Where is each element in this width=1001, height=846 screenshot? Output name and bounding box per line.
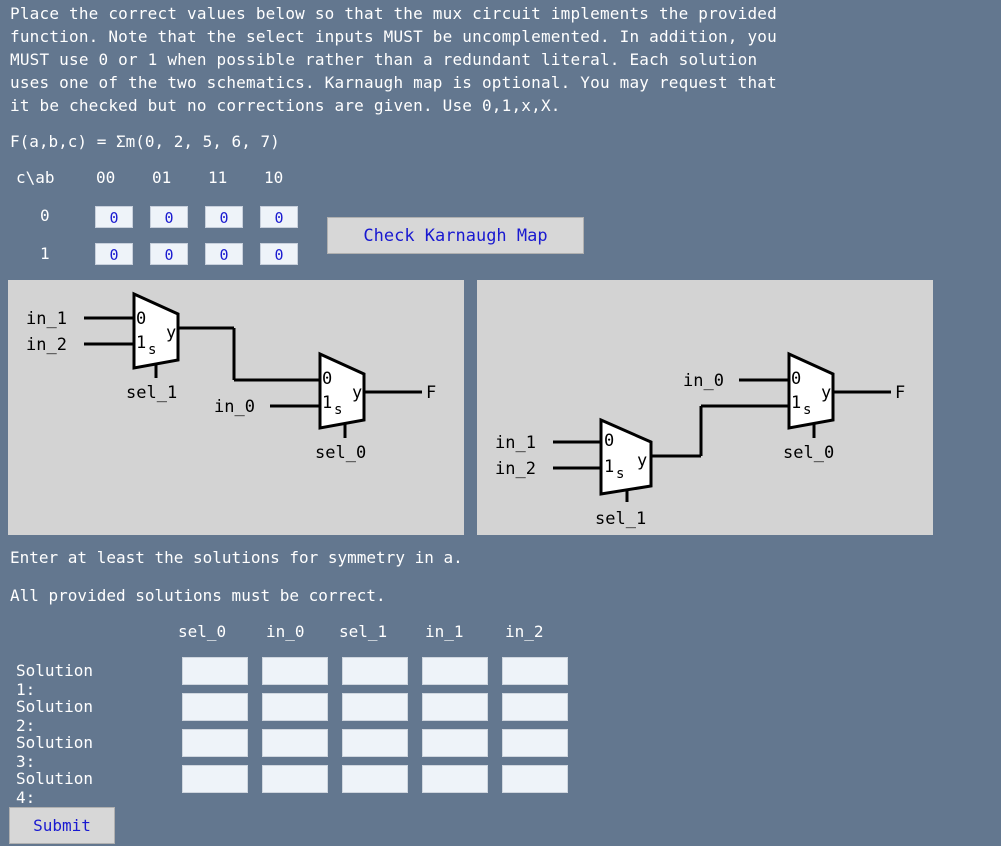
kmap-col-header: 11 [208, 168, 228, 187]
kmap-col-header: 00 [96, 168, 116, 187]
submit-button[interactable]: Submit [9, 807, 115, 844]
solution-input-sel-1[interactable] [342, 729, 408, 757]
label-in-0: in_0 [214, 397, 255, 417]
solution-input-in-2[interactable] [502, 693, 568, 721]
label-sel-1: sel_1 [126, 383, 177, 403]
mux-input-0-label: 0 [791, 369, 801, 389]
instruction-line: uses one of the two schematics. Karnaugh… [10, 73, 777, 92]
kmap-cell[interactable]: 0 [205, 243, 243, 265]
check-karnaugh-map-button[interactable]: Check Karnaugh Map [327, 217, 584, 254]
instruction-line: function. Note that the select inputs MU… [10, 27, 777, 46]
symmetry-note: Enter at least the solutions for symmetr… [10, 548, 463, 567]
mux-input-0-label: 0 [604, 431, 614, 451]
solution-input-in-0[interactable] [262, 729, 328, 757]
schematic-2: in_0 0 1 s y F sel_0 in_1 in_2 0 1 s y s… [477, 280, 933, 535]
label-sel-0: sel_0 [315, 443, 366, 463]
schematic-2-diagram: in_0 0 1 s y F sel_0 in_1 in_2 0 1 s y s… [495, 351, 905, 529]
solution-input-in-0[interactable] [262, 657, 328, 685]
solution-input-sel-0[interactable] [182, 729, 248, 757]
label-sel-0: sel_0 [783, 443, 834, 463]
solution-label: Solution 4: [16, 769, 94, 807]
label-in-0: in_0 [683, 371, 724, 391]
label-in-1: in_1 [26, 309, 67, 329]
kmap-cell[interactable]: 0 [95, 243, 133, 265]
kmap-row-header: 0 [40, 206, 50, 225]
mux-output-label: y [166, 323, 176, 343]
instruction-line: Place the correct values below so that t… [10, 4, 777, 23]
kmap-col-header: 10 [264, 168, 284, 187]
mux-input-0-label: 0 [322, 369, 332, 389]
kmap-cell[interactable]: 0 [260, 206, 298, 228]
mux-input-1-label: 1 [136, 333, 146, 353]
solution-label: Solution 3: [16, 733, 94, 771]
solution-input-in-1[interactable] [422, 729, 488, 757]
mux-input-1-label: 1 [604, 457, 614, 477]
mux-output-label: y [821, 383, 831, 403]
kmap-cell[interactable]: 0 [260, 243, 298, 265]
solution-label: Solution 1: [16, 661, 94, 699]
mux-select-label: s [148, 342, 156, 358]
solution-input-in-2[interactable] [502, 657, 568, 685]
mux-select-label: s [334, 402, 342, 418]
col-header-in-2: in_2 [505, 622, 544, 641]
mux-output-label: y [637, 451, 647, 471]
mux-select-label: s [616, 466, 624, 482]
schematic-1: in_1 in_2 0 1 s y sel_1 in_0 0 1 s y F s… [8, 280, 464, 535]
function-expression: F(a,b,c) = Σm(0, 2, 5, 6, 7) [10, 132, 280, 151]
solution-input-in-2[interactable] [502, 729, 568, 757]
mux-input-0-label: 0 [136, 309, 146, 329]
kmap-cell[interactable]: 0 [205, 206, 243, 228]
kmap-row-header: 1 [40, 244, 50, 263]
label-output-f: F [426, 383, 436, 403]
instruction-line: it be checked but no corrections are giv… [10, 96, 561, 115]
col-header-sel-0: sel_0 [178, 622, 227, 641]
solution-input-sel-0[interactable] [182, 657, 248, 685]
mux-output-label: y [352, 383, 362, 403]
mux-input-1-label: 1 [322, 393, 332, 413]
solution-input-sel-1[interactable] [342, 657, 408, 685]
kmap-cell[interactable]: 0 [150, 206, 188, 228]
label-in-2: in_2 [495, 459, 536, 479]
col-header-in-1: in_1 [425, 622, 464, 641]
solution-label: Solution 2: [16, 697, 94, 735]
kmap-cell[interactable]: 0 [150, 243, 188, 265]
col-header-in-0: in_0 [266, 622, 305, 641]
correctness-note: All provided solutions must be correct. [10, 586, 386, 605]
label-output-f: F [895, 383, 905, 403]
solution-input-sel-0[interactable] [182, 693, 248, 721]
solution-input-in-2[interactable] [502, 765, 568, 793]
solution-input-in-0[interactable] [262, 765, 328, 793]
mux-input-1-label: 1 [791, 393, 801, 413]
instructions: Place the correct values below so that t… [10, 2, 995, 117]
solution-input-in-1[interactable] [422, 693, 488, 721]
col-header-sel-1: sel_1 [339, 622, 388, 641]
label-in-1: in_1 [495, 433, 536, 453]
instruction-line: MUST use 0 or 1 when possible rather tha… [10, 50, 758, 69]
solution-input-sel-1[interactable] [342, 765, 408, 793]
solution-input-sel-0[interactable] [182, 765, 248, 793]
kmap-cell[interactable]: 0 [95, 206, 133, 228]
schematic-1-diagram: in_1 in_2 0 1 s y sel_1 in_0 0 1 s y F s… [26, 291, 436, 463]
solution-input-in-0[interactable] [262, 693, 328, 721]
solution-input-in-1[interactable] [422, 657, 488, 685]
solution-input-sel-1[interactable] [342, 693, 408, 721]
kmap-corner-label: c\ab [16, 168, 55, 187]
label-sel-1: sel_1 [595, 509, 646, 529]
label-in-2: in_2 [26, 335, 67, 355]
solution-input-in-1[interactable] [422, 765, 488, 793]
kmap-col-header: 01 [152, 168, 172, 187]
mux-select-label: s [803, 402, 811, 418]
